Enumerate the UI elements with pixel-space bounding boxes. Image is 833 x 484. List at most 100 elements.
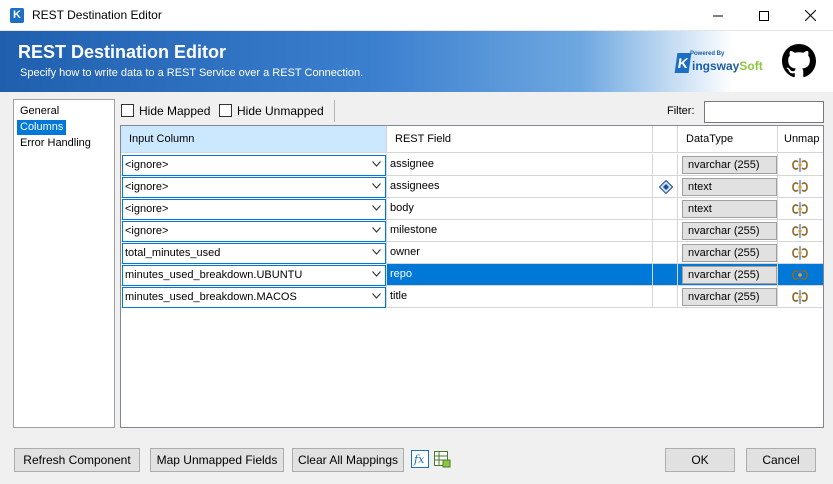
nav-item-error-handling[interactable]: Error Handling <box>17 136 94 151</box>
minimize-button[interactable] <box>695 0 741 31</box>
header-unmap[interactable]: Unmap <box>778 126 823 153</box>
rest-field-name: repo <box>390 268 413 280</box>
marker-cell <box>653 198 678 220</box>
unmap-cell <box>778 176 823 198</box>
data-type-value: nvarchar (255) <box>688 225 760 237</box>
input-column-select[interactable]: <ignore> <box>122 155 386 176</box>
chevron-down-icon <box>372 249 381 255</box>
nav-item-general[interactable]: General <box>17 104 62 119</box>
hide-mapped-checkbox[interactable] <box>121 104 134 117</box>
rest-field-name: milestone <box>390 224 438 236</box>
hide-mapped-label: Hide Mapped <box>139 104 211 118</box>
unmap-cell <box>778 286 823 308</box>
input-column-select[interactable]: minutes_used_breakdown.UBUNTU <box>122 265 386 286</box>
chevron-down-icon <box>372 293 381 299</box>
data-type-button[interactable]: nvarchar (255) <box>682 156 777 174</box>
data-type-cell: nvarchar (255) <box>678 264 778 286</box>
unmap-icon[interactable] <box>791 201 809 217</box>
input-column-select[interactable]: <ignore> <box>122 199 386 220</box>
logo-wordmark: ingswaySoft <box>692 59 763 73</box>
ok-button[interactable]: OK <box>665 448 735 472</box>
input-column-select[interactable]: total_minutes_used <box>122 243 386 264</box>
minimize-icon <box>713 15 723 16</box>
header-rest-field[interactable]: REST Field <box>387 126 653 153</box>
logo-k-mark: K <box>674 53 692 73</box>
rest-field-cell: repo <box>387 264 653 286</box>
nav-item-columns[interactable]: Columns <box>17 120 67 135</box>
logo-kingsway: ingsway <box>692 59 740 73</box>
spreadsheet-icon[interactable] <box>433 450 451 468</box>
input-column-select[interactable]: minutes_used_breakdown.MACOS <box>122 287 386 308</box>
table-row[interactable]: <ignore> assignee nvarchar (255) <box>121 154 823 176</box>
table-row[interactable]: <ignore> milestone nvarchar (255) <box>121 220 823 242</box>
rest-field-cell: owner <box>387 242 653 264</box>
rest-field-cell: assignee <box>387 154 653 176</box>
header-banner: REST Destination Editor Specify how to w… <box>0 31 833 92</box>
rest-field-name: owner <box>390 246 420 258</box>
input-column-select[interactable]: <ignore> <box>122 221 386 242</box>
input-column-select[interactable]: <ignore> <box>122 177 386 198</box>
input-column-value: <ignore> <box>125 159 169 171</box>
unmap-icon[interactable] <box>791 179 809 195</box>
data-type-button[interactable]: ntext <box>682 178 777 196</box>
maximize-button[interactable] <box>741 0 787 31</box>
data-type-cell: nvarchar (255) <box>678 220 778 242</box>
input-column-value: total_minutes_used <box>125 247 221 259</box>
refresh-component-button[interactable]: Refresh Component <box>14 448 140 472</box>
input-column-value: <ignore> <box>125 181 169 193</box>
header-data-type[interactable]: DataType <box>678 126 778 153</box>
kingswaysoft-logo: Powered By K ingswaySoft <box>674 51 764 77</box>
input-column-value: minutes_used_breakdown.UBUNTU <box>125 269 303 281</box>
cancel-button[interactable]: Cancel <box>746 448 816 472</box>
data-type-button[interactable]: nvarchar (255) <box>682 244 777 262</box>
unmap-icon[interactable] <box>791 289 809 305</box>
table-row[interactable]: minutes_used_breakdown.MACOS title nvarcha… <box>121 286 823 308</box>
rest-field-cell: milestone <box>387 220 653 242</box>
rest-field-cell: assignees <box>387 176 653 198</box>
github-icon[interactable] <box>782 44 816 78</box>
input-column-cell: <ignore> <box>121 198 387 220</box>
data-type-button[interactable]: nvarchar (255) <box>682 288 777 306</box>
close-button[interactable] <box>787 0 833 31</box>
input-column-cell: <ignore> <box>121 220 387 242</box>
clear-all-mappings-button[interactable]: Clear All Mappings <box>292 448 404 472</box>
data-type-button[interactable]: nvarchar (255) <box>682 266 777 284</box>
logo-soft: Soft <box>739 59 763 73</box>
unmap-cell <box>778 242 823 264</box>
table-row[interactable]: <ignore> body ntext <box>121 198 823 220</box>
rest-field-cell: title <box>387 286 653 308</box>
column-mapping-grid: Input Column REST Field DataType Unmap <… <box>120 125 824 428</box>
data-type-button[interactable]: ntext <box>682 200 777 218</box>
input-column-cell: minutes_used_breakdown.MACOS <box>121 286 387 308</box>
data-type-value: nvarchar (255) <box>688 291 760 303</box>
rest-field-name: title <box>390 290 408 302</box>
unmap-icon[interactable] <box>791 157 809 173</box>
header-input-column[interactable]: Input Column <box>121 126 387 153</box>
table-row[interactable]: total_minutes_used owner nvarchar (255) <box>121 242 823 264</box>
expression-fx-icon[interactable]: fx <box>411 450 429 468</box>
unmap-icon[interactable] <box>791 223 809 239</box>
rest-field-name: assignee <box>390 158 435 170</box>
data-type-cell: nvarchar (255) <box>678 242 778 264</box>
data-type-value: nvarchar (255) <box>688 269 760 281</box>
input-column-cell: total_minutes_used <box>121 242 387 264</box>
chevron-down-icon <box>372 205 381 211</box>
data-type-button[interactable]: nvarchar (255) <box>682 222 777 240</box>
unmap-cell <box>778 154 823 176</box>
marker-cell <box>653 220 678 242</box>
svg-text:fx: fx <box>413 453 425 466</box>
header-marker <box>653 126 678 153</box>
unmap-cell <box>778 220 823 242</box>
data-type-value: nvarchar (255) <box>688 159 760 171</box>
app-icon: K <box>10 8 24 23</box>
unmap-icon[interactable] <box>791 267 809 283</box>
marker-cell <box>653 264 678 286</box>
unmap-icon[interactable] <box>791 245 809 261</box>
hide-unmapped-checkbox[interactable] <box>219 104 232 117</box>
maximize-icon <box>759 10 769 21</box>
table-row[interactable]: <ignore> assignees ntext <box>121 176 823 198</box>
logo-powered-by: Powered By <box>690 51 725 57</box>
filter-input[interactable] <box>704 101 824 123</box>
table-row[interactable]: minutes_used_breakdown.UBUNTU repo nvarcha… <box>121 264 823 286</box>
map-unmapped-fields-button[interactable]: Map Unmapped Fields <box>150 448 284 472</box>
